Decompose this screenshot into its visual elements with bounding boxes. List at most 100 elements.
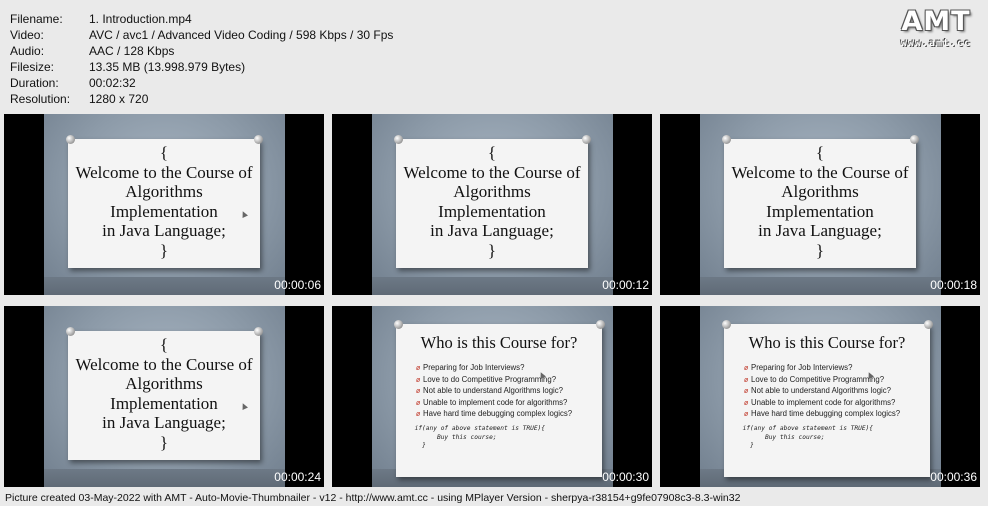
slide-paper: Who is this Course for? ø Preparing for Jo… — [724, 324, 930, 477]
code-line: Buy this course; — [396, 433, 497, 441]
slide-screen: Who is this Course for? ø Preparing for Jo… — [700, 306, 941, 487]
list-item-text: Preparing for Job Interviews? — [751, 363, 853, 372]
slide-screen: {Welcome to the Course of Algorithms Imple… — [44, 114, 285, 295]
video-thumbnail: Who is this Course for? ø Preparing for Jo… — [660, 306, 980, 487]
bullet-icon: ø — [416, 388, 421, 395]
slide-line: Implementation — [438, 201, 546, 221]
slide-paper: Who is this Course for? ø Preparing for Jo… — [396, 324, 602, 477]
slide-line: } — [487, 240, 497, 260]
list-item-text: Love to do Competitive Programming? — [751, 374, 885, 384]
thumbnail-timestamp: 00:00:24 — [274, 470, 321, 484]
list-item-text: Not able to understand Algorithms logic? — [751, 386, 891, 395]
slide-line: Implementation — [110, 201, 218, 221]
slide-screen: {Welcome to the Course of Algorithms Imple… — [372, 114, 613, 295]
code-line: } — [396, 442, 426, 449]
slide-welcome-text: {Welcome to the Course of Algorithms Imple… — [396, 143, 588, 260]
list-item: ø Love to do Competitive Programming? — [744, 375, 900, 387]
list-item-text: Love to do Competitive Programming? — [423, 374, 557, 384]
slide-line: Welcome to the Course of — [403, 162, 581, 182]
bullet-icon: ø — [744, 411, 749, 418]
list-item: ø Have hard time debugging complex logics… — [416, 409, 572, 421]
amt-logo: AMT www.amt.cc — [896, 6, 976, 54]
slide-title: Who is this Course for? — [420, 333, 578, 352]
video-thumbnail: {Welcome to the Course of Algorithms Imple… — [332, 114, 652, 295]
slide-bottom-bar — [44, 277, 285, 295]
pushpin-icon — [722, 320, 731, 329]
slide-line: Welcome to the Course of — [731, 162, 909, 182]
bullet-icon: ø — [416, 399, 421, 407]
video-thumbnail: {Welcome to the Course of Algorithms Imple… — [4, 114, 324, 295]
pushpin-icon — [254, 327, 263, 336]
slide-welcome-text: {Welcome to the Course of Algorithms Imple… — [724, 143, 916, 260]
pushpin-icon — [582, 135, 591, 144]
slide-bullet-list: ø Preparing for Job Interviews? ø Love to d… — [416, 363, 572, 421]
slide-line: Algorithms — [781, 182, 859, 201]
slide-line: Implementation — [766, 201, 874, 221]
slide-line: } — [815, 240, 825, 260]
pushpin-icon — [394, 135, 403, 144]
slide-code-block: if(any of above statement is TRUE){ Buy … — [724, 425, 930, 451]
slide-line: Algorithms — [125, 182, 203, 201]
pushpin-icon — [254, 135, 263, 144]
thumbnail-timestamp: 00:00:36 — [930, 470, 977, 484]
video-thumbnail: {Welcome to the Course of Algorithms Imple… — [660, 114, 980, 295]
bullet-icon: ø — [416, 411, 421, 418]
slide-line: in Java Language; — [102, 221, 226, 240]
slide-paper: {Welcome to the Course of Algorithms Imple… — [724, 139, 916, 268]
slide-line: Algorithms — [125, 374, 203, 393]
info-row-audio: Audio: AAC / 128 Kbps — [10, 44, 175, 58]
slide-line: { — [487, 143, 497, 162]
pushpin-icon — [924, 320, 933, 329]
slide-line: in Java Language; — [102, 413, 226, 432]
slide-paper: {Welcome to the Course of Algorithms Imple… — [68, 331, 260, 460]
bullet-icon: ø — [416, 376, 421, 384]
slide-screen: Who is this Course for? ø Preparing for Jo… — [372, 306, 613, 487]
pushpin-icon — [910, 135, 919, 144]
logo-text: AMT — [901, 6, 971, 37]
list-item-text: Have hard time debugging complex logics? — [423, 409, 573, 418]
slide-line: { — [159, 335, 169, 354]
list-item: ø Unable to implement code for algorithms… — [416, 398, 572, 410]
bullet-icon: ø — [744, 399, 749, 407]
slide-bottom-bar — [372, 277, 613, 295]
code-line: Buy this course; — [724, 433, 825, 441]
list-item: ø Unable to implement code for algorithms… — [744, 398, 900, 410]
slide-line: in Java Language; — [758, 221, 882, 240]
logo-url: www.amt.cc — [900, 38, 972, 49]
slide-line: { — [159, 143, 169, 162]
bullet-icon: ø — [744, 365, 749, 372]
slide-screen: {Welcome to the Course of Algorithms Imple… — [700, 114, 941, 295]
list-item-text: Unable to implement code for algorithms? — [751, 397, 896, 407]
thumbnail-timestamp: 00:00:30 — [602, 470, 649, 484]
thumbnail-timestamp: 00:00:18 — [930, 278, 977, 292]
file-info: Filename: 1. Introduction.mp4 Video: AVC /… — [10, 11, 393, 107]
slide-paper: {Welcome to the Course of Algorithms Imple… — [396, 139, 588, 268]
slide-code-block: if(any of above statement is TRUE){ Buy … — [396, 425, 602, 451]
slide-welcome-text: {Welcome to the Course of Algorithms Imple… — [68, 143, 260, 260]
code-line: if(any of above statement is TRUE){ — [396, 425, 546, 432]
slide-line: Welcome to the Course of — [75, 162, 253, 182]
slide-line: } — [159, 240, 169, 260]
pushpin-icon — [722, 135, 731, 144]
slide-bullet-list: ø Preparing for Job Interviews? ø Love to d… — [744, 363, 900, 421]
info-row-video: Video: AVC / avc1 / Advanced Video Coding… — [10, 28, 394, 42]
bullet-icon: ø — [744, 388, 749, 395]
list-item-text: Not able to understand Algorithms logic? — [423, 386, 563, 395]
slide-line: Algorithms — [453, 182, 531, 201]
bullet-icon: ø — [416, 365, 421, 372]
list-item: ø Not able to understand Algorithms logic… — [744, 386, 900, 398]
code-line: } — [724, 442, 754, 449]
bullet-icon: ø — [744, 376, 749, 384]
list-item: ø Preparing for Job Interviews? — [744, 363, 900, 375]
video-thumbnail: {Welcome to the Course of Algorithms Imple… — [4, 306, 324, 487]
info-row-duration: Duration: 00:02:32 — [10, 76, 136, 90]
slide-paper: {Welcome to the Course of Algorithms Imple… — [68, 139, 260, 268]
list-item: ø Preparing for Job Interviews? — [416, 363, 572, 375]
pushpin-icon — [394, 320, 403, 329]
slide-line: { — [815, 143, 825, 162]
slide-bottom-bar — [44, 469, 285, 487]
video-thumbnail: Who is this Course for? ø Preparing for Jo… — [332, 306, 652, 487]
list-item: ø Have hard time debugging complex logics… — [744, 409, 900, 421]
info-row-filename: Filename: 1. Introduction.mp4 — [10, 12, 192, 26]
thumbnail-timestamp: 00:00:06 — [274, 278, 321, 292]
